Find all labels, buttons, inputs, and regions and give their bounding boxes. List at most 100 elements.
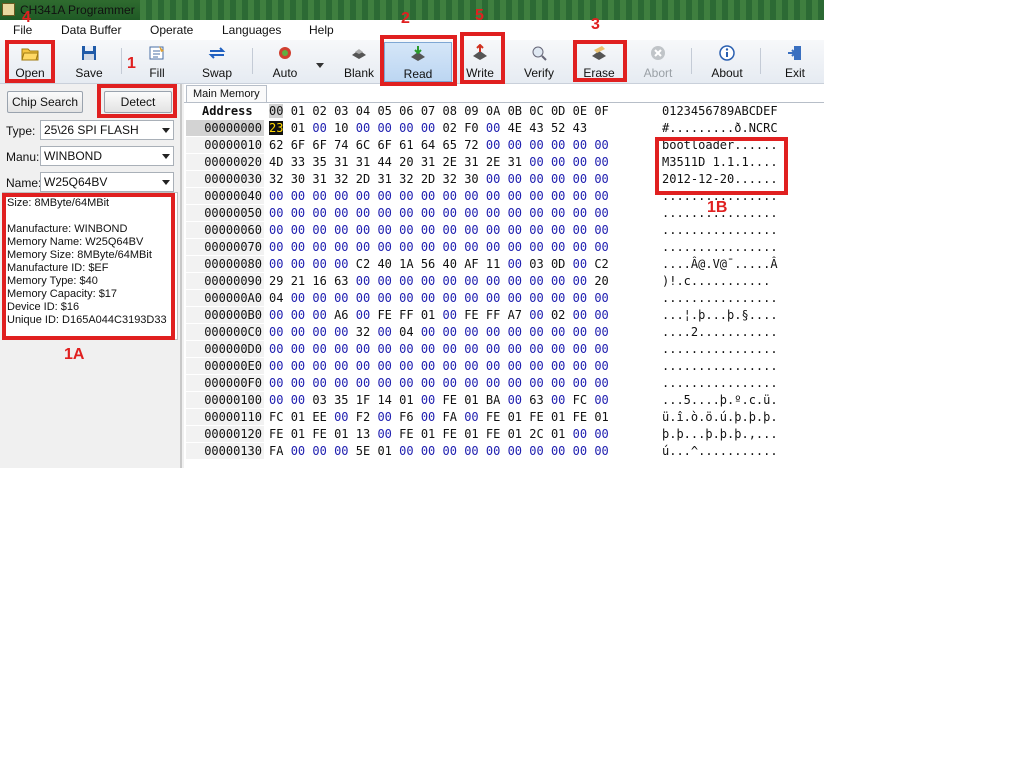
byte-cell[interactable]: 00	[334, 206, 348, 220]
byte-cell[interactable]: 01	[594, 410, 608, 424]
byte-cell[interactable]: 00	[421, 393, 435, 407]
byte-cell[interactable]: 31	[356, 155, 370, 169]
row-bytes[interactable]: FA 00 00 00 5E 01 00 00 00 00 00 00 00 0…	[269, 443, 609, 460]
byte-cell[interactable]: 00	[421, 189, 435, 203]
byte-cell[interactable]: 2E	[443, 155, 457, 169]
byte-cell[interactable]: 00	[464, 274, 478, 288]
row-bytes[interactable]: 00 00 00 A6 00 FE FF 01 00 FE FF A7 00 0…	[269, 307, 609, 324]
byte-cell[interactable]: 00	[443, 359, 457, 373]
auto-button[interactable]: Auto	[264, 42, 306, 82]
byte-cell[interactable]: 00	[399, 240, 413, 254]
byte-cell[interactable]: 00	[486, 291, 500, 305]
byte-cell[interactable]: FA	[269, 444, 283, 458]
byte-cell[interactable]: 00	[334, 291, 348, 305]
byte-cell[interactable]: 00	[529, 376, 543, 390]
byte-cell[interactable]: 00	[594, 444, 608, 458]
byte-cell[interactable]: 00	[377, 325, 391, 339]
byte-cell[interactable]: 00	[443, 342, 457, 356]
byte-cell[interactable]: 00	[551, 342, 565, 356]
byte-cell[interactable]: 00	[508, 257, 522, 271]
byte-cell[interactable]: 00	[486, 325, 500, 339]
byte-cell[interactable]: 31	[464, 155, 478, 169]
byte-cell[interactable]: 00	[334, 410, 348, 424]
byte-cell[interactable]: 63	[334, 274, 348, 288]
byte-cell[interactable]: 00	[529, 240, 543, 254]
hex-row[interactable]: 00000050 00 00 00 00 00 00 00 00 00 00 00…	[184, 205, 824, 222]
byte-cell[interactable]: 2D	[356, 172, 370, 186]
byte-cell[interactable]: F0	[464, 121, 478, 135]
byte-cell[interactable]: 00	[377, 410, 391, 424]
row-bytes[interactable]: 04 00 00 00 00 00 00 00 00 00 00 00 00 0…	[269, 290, 609, 307]
hex-row[interactable]: 00000090 29 21 16 63 00 00 00 00 00 00 00…	[184, 273, 824, 290]
byte-cell[interactable]: 00	[269, 325, 283, 339]
byte-cell[interactable]: 00	[377, 291, 391, 305]
byte-cell[interactable]: 00	[291, 359, 305, 373]
byte-cell[interactable]: 00	[573, 308, 587, 322]
byte-cell[interactable]: 00	[486, 206, 500, 220]
byte-cell[interactable]: 00	[312, 257, 326, 271]
byte-cell[interactable]: 13	[356, 427, 370, 441]
byte-cell[interactable]: 00	[377, 206, 391, 220]
byte-cell[interactable]: 00	[356, 274, 370, 288]
byte-cell[interactable]: 2C	[529, 427, 543, 441]
byte-cell[interactable]: 00	[529, 308, 543, 322]
byte-cell[interactable]: FE	[443, 393, 457, 407]
menu-data-buffer[interactable]: Data Buffer	[61, 23, 121, 37]
byte-cell[interactable]: 32	[269, 172, 283, 186]
byte-cell[interactable]: 00	[508, 206, 522, 220]
byte-cell[interactable]: 00	[594, 393, 608, 407]
byte-cell[interactable]: 00	[464, 342, 478, 356]
row-bytes[interactable]: 00 00 00 00 32 00 04 00 00 00 00 00 00 0…	[269, 324, 609, 341]
byte-cell[interactable]: 00	[464, 444, 478, 458]
byte-cell[interactable]: 00	[421, 359, 435, 373]
byte-cell[interactable]: 00	[399, 376, 413, 390]
byte-cell[interactable]: 00	[551, 393, 565, 407]
byte-cell[interactable]: FE	[312, 427, 326, 441]
byte-cell[interactable]: 00	[443, 274, 457, 288]
byte-cell[interactable]: 00	[486, 138, 500, 152]
byte-cell[interactable]: 00	[443, 325, 457, 339]
byte-cell[interactable]: C2	[594, 257, 608, 271]
byte-cell[interactable]: 00	[551, 291, 565, 305]
byte-cell[interactable]: 2D	[421, 172, 435, 186]
hex-row[interactable]: 000000E0 00 00 00 00 00 00 00 00 00 00 00…	[184, 358, 824, 375]
byte-cell[interactable]: 00	[551, 206, 565, 220]
byte-cell[interactable]: 00	[551, 155, 565, 169]
byte-cell[interactable]: 00	[399, 291, 413, 305]
byte-cell[interactable]: 00	[464, 206, 478, 220]
byte-cell[interactable]: 31	[377, 172, 391, 186]
verify-button[interactable]: Verify	[518, 42, 560, 82]
hex-row[interactable]: 00000080 00 00 00 00 C2 40 1A 56 40 AF 11…	[184, 256, 824, 273]
byte-cell[interactable]: 00	[573, 138, 587, 152]
hex-row[interactable]: 000000F0 00 00 00 00 00 00 00 00 00 00 00…	[184, 375, 824, 392]
byte-cell[interactable]: 00	[573, 376, 587, 390]
byte-cell[interactable]: 00	[551, 274, 565, 288]
byte-cell[interactable]: 00	[508, 274, 522, 288]
byte-cell[interactable]: 00	[508, 189, 522, 203]
byte-cell[interactable]: F6	[399, 410, 413, 424]
byte-cell[interactable]: 01	[508, 427, 522, 441]
byte-cell[interactable]: 29	[269, 274, 283, 288]
chip-search-button[interactable]: Chip Search	[7, 91, 83, 113]
save-button[interactable]: Save	[68, 42, 110, 82]
byte-cell[interactable]: 00	[356, 359, 370, 373]
byte-cell[interactable]: 01	[291, 121, 305, 135]
byte-cell[interactable]: 00	[443, 444, 457, 458]
byte-cell[interactable]: 00	[399, 444, 413, 458]
byte-cell[interactable]: 00	[334, 257, 348, 271]
hex-row[interactable]: 00000130 FA 00 00 00 5E 01 00 00 00 00 00…	[184, 443, 824, 460]
byte-cell[interactable]: 00	[356, 291, 370, 305]
hex-row[interactable]: 000000D0 00 00 00 00 00 00 00 00 00 00 00…	[184, 341, 824, 358]
byte-cell[interactable]: FC	[269, 410, 283, 424]
byte-cell[interactable]: 00	[443, 223, 457, 237]
byte-cell[interactable]: 00	[421, 240, 435, 254]
menu-languages[interactable]: Languages	[222, 23, 281, 37]
blank-button[interactable]: Blank	[338, 42, 380, 82]
byte-cell[interactable]: 65	[443, 138, 457, 152]
byte-cell[interactable]: 00	[508, 376, 522, 390]
byte-cell[interactable]: 10	[334, 121, 348, 135]
manufacturer-select[interactable]: WINBOND	[40, 146, 174, 166]
byte-cell[interactable]: 00	[551, 444, 565, 458]
byte-cell[interactable]: 00	[334, 189, 348, 203]
byte-cell[interactable]: 00	[529, 189, 543, 203]
